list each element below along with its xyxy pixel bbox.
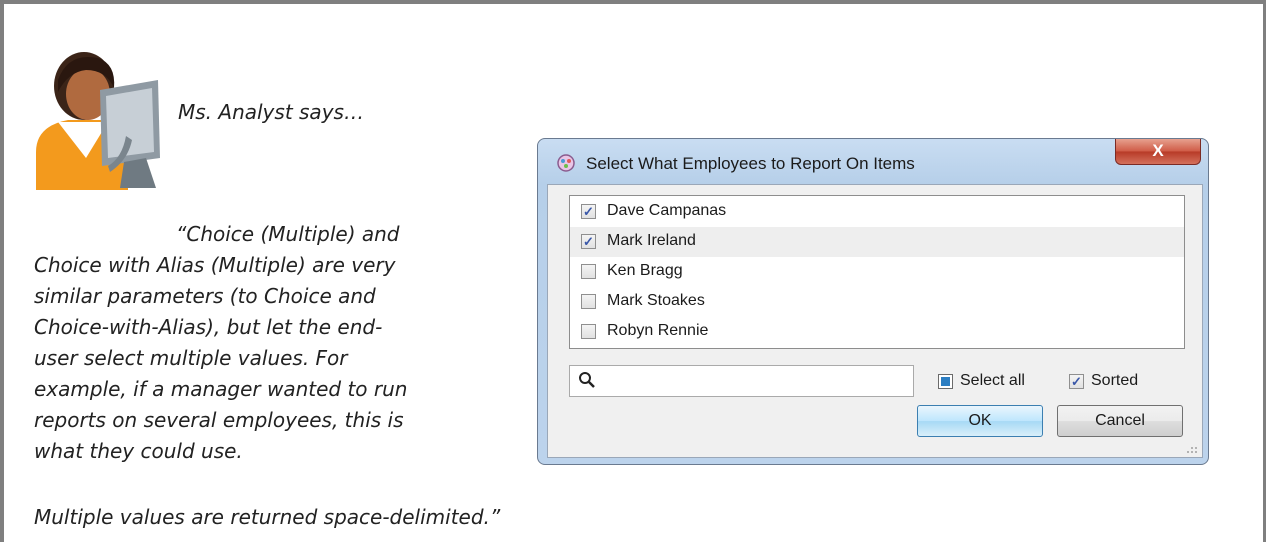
list-item[interactable]: Ken Bragg <box>570 257 1184 287</box>
list-item[interactable]: ✓ Mark Ireland <box>570 227 1184 257</box>
select-all-indicator <box>941 377 950 386</box>
ok-button[interactable]: OK <box>917 405 1043 437</box>
quote-line: Choice with Alias (Multiple) are very <box>34 253 396 277</box>
select-employees-dialog: Select What Employees to Report On Items… <box>537 138 1209 465</box>
sorted-label[interactable]: Sorted <box>1091 372 1138 390</box>
quote-line: reports on several employees, this is <box>34 408 404 432</box>
item-label: Mark Stoakes <box>607 292 705 309</box>
item-label: Ken Bragg <box>607 262 683 279</box>
quote-line: example, if a manager wanted to run <box>34 377 408 401</box>
dialog-title: Select What Employees to Report On Items <box>586 154 915 173</box>
search-icon <box>579 372 595 388</box>
quote-line: user select multiple values. For <box>34 346 348 370</box>
speaker-caption: Ms. Analyst says… <box>178 100 364 124</box>
analyst-avatar-icon <box>36 52 160 190</box>
item-label: Robyn Rennie <box>607 322 709 339</box>
employee-list[interactable]: ✓ Dave Campanas ✓ Mark Ireland Ken Bragg… <box>569 195 1185 349</box>
cancel-button[interactable]: Cancel <box>1057 405 1183 437</box>
quote-text: “Choice (Multiple) and Choice with Alias… <box>34 219 524 467</box>
dialog-body: ✓ Dave Campanas ✓ Mark Ireland Ken Bragg… <box>547 184 1203 458</box>
quote-line: similar parameters (to Choice and <box>34 284 376 308</box>
list-item[interactable]: Mark Stoakes <box>570 287 1184 317</box>
app-icon <box>557 154 575 172</box>
select-all-checkbox[interactable] <box>938 374 953 389</box>
item-label: Dave Campanas <box>607 202 727 219</box>
search-input[interactable] <box>569 365 914 397</box>
select-all-label[interactable]: Select all <box>960 372 1025 390</box>
resize-grip-icon[interactable] <box>1186 444 1198 454</box>
quote-line: Choice-with-Alias), but let the end- <box>34 315 383 339</box>
list-item[interactable]: Robyn Rennie <box>570 317 1184 347</box>
quote-line: what they could use. <box>34 439 243 463</box>
item-checkbox[interactable] <box>581 324 596 339</box>
list-item[interactable]: ✓ Dave Campanas <box>570 197 1184 227</box>
close-button[interactable]: X <box>1115 139 1201 165</box>
footer-text: Multiple values are returned space-delim… <box>34 505 501 529</box>
item-checkbox[interactable]: ✓ <box>581 234 596 249</box>
sorted-checkbox[interactable]: ✓ <box>1069 374 1084 389</box>
item-label: Mark Ireland <box>607 232 696 249</box>
quote-line: “Choice (Multiple) and <box>176 222 400 246</box>
item-checkbox[interactable] <box>581 294 596 309</box>
item-checkbox[interactable] <box>581 264 596 279</box>
item-checkbox[interactable]: ✓ <box>581 204 596 219</box>
